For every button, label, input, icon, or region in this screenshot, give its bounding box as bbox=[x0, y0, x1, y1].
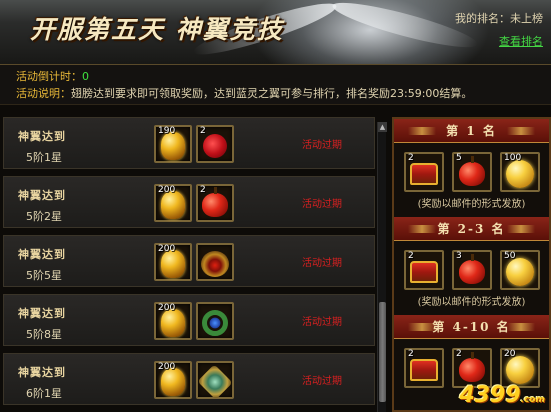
reward-slot[interactable]: 200 bbox=[154, 302, 192, 340]
item-qty: 2 bbox=[408, 251, 414, 261]
apple-icon bbox=[202, 186, 228, 217]
countdown-line: 活动倒计时：0 bbox=[16, 68, 535, 85]
description-text: 翅膀达到要求即可领取奖励，达到蓝灵之翼可参与排行，排名奖励23:59:00结算。 bbox=[71, 87, 473, 100]
item-qty: 2 bbox=[456, 349, 462, 359]
row-title: 神翼达到 bbox=[18, 366, 66, 379]
reward-slot[interactable]: 200 bbox=[154, 243, 192, 281]
jewel-box-icon bbox=[197, 364, 233, 400]
item-qty: 2 bbox=[408, 153, 414, 163]
item-qty: 200 bbox=[158, 185, 176, 195]
apple-icon bbox=[459, 155, 485, 186]
rank-line: 我的排名：未上榜 bbox=[455, 10, 543, 26]
item-qty: 2 bbox=[408, 349, 414, 359]
mail-note: (奖励以邮件的形式发放) bbox=[417, 199, 526, 210]
apple-icon bbox=[459, 351, 485, 382]
countdown-value: 0 bbox=[82, 70, 89, 83]
reward-slot[interactable]: 2 bbox=[404, 250, 444, 290]
status-badge: 活动过期 bbox=[302, 317, 342, 328]
row-title: 神翼达到 bbox=[18, 248, 66, 261]
item-qty: 200 bbox=[158, 362, 176, 372]
ring-icon bbox=[202, 309, 228, 336]
row-title: 神翼达到 bbox=[18, 130, 66, 143]
reward-slot[interactable]: 200 bbox=[154, 361, 192, 399]
item-qty: 100 bbox=[504, 153, 522, 163]
list-item: 神翼达到 5阶5星 200 活动过期 bbox=[3, 235, 375, 287]
item-qty: 190 bbox=[158, 126, 176, 136]
item-qty: 5 bbox=[456, 153, 462, 163]
row-title: 神翼达到 bbox=[18, 307, 66, 320]
row-level: 5阶2星 bbox=[26, 210, 62, 223]
list-item: 神翼达到 6阶1星 200 活动过期 bbox=[3, 353, 375, 405]
scroll-thumb[interactable] bbox=[379, 302, 386, 402]
event-title: 开服第五天 神翼竞技 bbox=[30, 15, 284, 44]
list-scrollbar[interactable]: ▲ bbox=[377, 122, 387, 412]
row-level: 5阶5星 bbox=[26, 269, 62, 282]
row-level: 6阶1星 bbox=[26, 387, 62, 400]
tier-title: 第 2-3 名 bbox=[394, 217, 549, 241]
rank-box: 我的排名：未上榜 查看排名 bbox=[455, 10, 543, 49]
reward-slot[interactable] bbox=[196, 302, 234, 340]
event-banner: 开服第五天 神翼竞技 我的排名：未上榜 查看排名 bbox=[0, 0, 551, 65]
list-item: 神翼达到 5阶2星 200 2 活动过期 bbox=[3, 176, 375, 228]
watermark-text: 4399 bbox=[459, 383, 521, 408]
reward-slot[interactable]: 2 bbox=[196, 125, 234, 163]
gold-coin-icon bbox=[506, 159, 534, 188]
rank-label: 我的排名： bbox=[455, 12, 510, 25]
reward-slot[interactable]: 20 bbox=[500, 348, 540, 388]
row-title: 神翼达到 bbox=[18, 189, 66, 202]
reward-slot[interactable] bbox=[196, 243, 234, 281]
treasure-chest-icon bbox=[410, 162, 438, 185]
apple-icon bbox=[459, 253, 485, 284]
reward-slot[interactable]: 2 bbox=[452, 348, 492, 388]
countdown-label: 活动倒计时： bbox=[16, 70, 82, 83]
reward-slot[interactable] bbox=[196, 361, 234, 400]
reward-list: 神翼达到 5阶1星 190 2 活动过期 神翼达到 5阶2星 200 2 活动过… bbox=[3, 117, 375, 412]
tier-rank-1: 第 1 名 2 5 100 (奖励以邮件的形式发放) bbox=[394, 119, 549, 215]
item-qty: 3 bbox=[456, 251, 462, 261]
item-qty: 2 bbox=[200, 185, 206, 195]
list-item: 神翼达到 5阶8星 200 活动过期 bbox=[3, 294, 375, 346]
item-qty: 200 bbox=[158, 244, 176, 254]
row-level: 5阶1星 bbox=[26, 151, 62, 164]
reward-slot[interactable]: 2 bbox=[196, 184, 234, 222]
reward-slot[interactable]: 50 bbox=[500, 250, 540, 290]
mail-note: (奖励以邮件的形式发放) bbox=[417, 297, 526, 308]
reward-slot[interactable]: 2 bbox=[404, 152, 444, 192]
status-badge: 活动过期 bbox=[302, 140, 342, 151]
ranking-rewards-panel: 第 1 名 2 5 100 (奖励以邮件的形式发放) 第 2-3 名 2 3 5… bbox=[392, 117, 551, 412]
description-label: 活动说明： bbox=[16, 87, 71, 100]
item-qty: 2 bbox=[200, 126, 206, 136]
site-watermark: 4399.com bbox=[459, 383, 545, 408]
reward-slot[interactable]: 3 bbox=[452, 250, 492, 290]
scroll-up-icon[interactable]: ▲ bbox=[378, 122, 387, 132]
gold-coin-icon bbox=[506, 355, 534, 384]
reward-slot[interactable]: 190 bbox=[154, 125, 192, 163]
item-qty: 20 bbox=[504, 349, 516, 359]
watermark-sub: .com bbox=[520, 395, 545, 405]
item-qty: 50 bbox=[504, 251, 516, 261]
rose-icon bbox=[203, 133, 227, 158]
row-level: 5阶8星 bbox=[26, 328, 62, 341]
treasure-chest-icon bbox=[410, 358, 438, 381]
reward-slot[interactable]: 100 bbox=[500, 152, 540, 192]
status-badge: 活动过期 bbox=[302, 376, 342, 387]
crown-icon bbox=[201, 250, 229, 277]
description-line: 活动说明：翅膀达到要求即可领取奖励，达到蓝灵之翼可参与排行，排名奖励23:59:… bbox=[16, 85, 535, 102]
gold-coin-icon bbox=[506, 257, 534, 286]
item-qty: 200 bbox=[158, 303, 176, 313]
list-item: 神翼达到 5阶1星 190 2 活动过期 bbox=[3, 117, 375, 169]
reward-slot[interactable]: 2 bbox=[404, 348, 444, 388]
reward-slot[interactable]: 200 bbox=[154, 184, 192, 222]
event-info: 活动倒计时：0 活动说明：翅膀达到要求即可领取奖励，达到蓝灵之翼可参与排行，排名… bbox=[0, 65, 551, 105]
view-ranking-link[interactable]: 查看排名 bbox=[455, 33, 543, 49]
tier-title: 第 4-10 名 bbox=[394, 315, 549, 339]
status-badge: 活动过期 bbox=[302, 199, 342, 210]
tier-title: 第 1 名 bbox=[394, 119, 549, 143]
treasure-chest-icon bbox=[410, 260, 438, 283]
tier-rank-2-3: 第 2-3 名 2 3 50 (奖励以邮件的形式发放) bbox=[394, 217, 549, 313]
rank-value: 未上榜 bbox=[510, 12, 543, 25]
reward-slot[interactable]: 5 bbox=[452, 152, 492, 192]
status-badge: 活动过期 bbox=[302, 258, 342, 269]
